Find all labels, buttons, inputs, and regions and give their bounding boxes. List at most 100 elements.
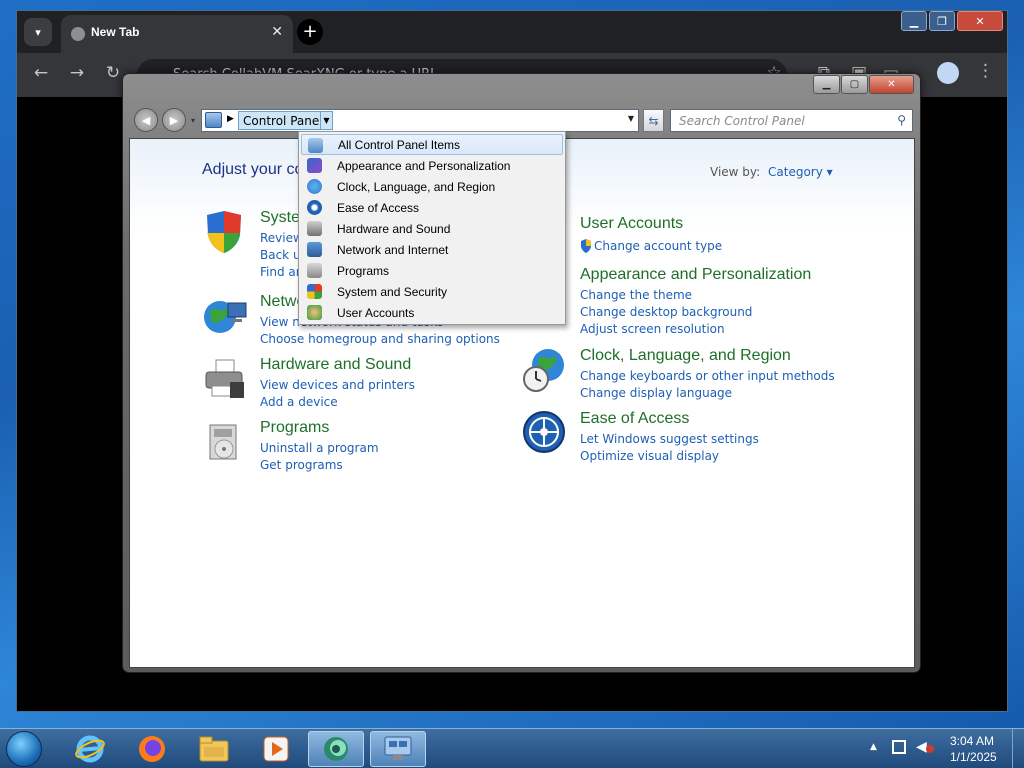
menu-item-hardware-sound[interactable]: Hardware and Sound: [301, 218, 563, 239]
category-title[interactable]: Hardware and Sound: [260, 356, 411, 374]
breadcrumb-control-panel[interactable]: Control Panel: [238, 111, 328, 130]
menu-item-label: Appearance and Personalization: [337, 158, 511, 173]
close-button[interactable]: ✕: [957, 11, 1003, 31]
appearance-icon: [307, 158, 322, 173]
menu-item-network-internet[interactable]: Network and Internet: [301, 239, 563, 260]
taskbar-chrome-app-icon[interactable]: [308, 731, 364, 767]
category-link[interactable]: Let Windows suggest settings: [580, 432, 759, 446]
tab-close-icon[interactable]: ✕: [271, 24, 283, 40]
menu-item-all-control-panel-items[interactable]: All Control Panel Items: [301, 134, 563, 155]
category-link[interactable]: Add a device: [260, 395, 338, 409]
category-title[interactable]: User Accounts: [580, 215, 683, 233]
printer-icon: [205, 359, 244, 398]
uac-shield-icon: [581, 239, 591, 253]
category-link[interactable]: Optimize visual display: [580, 449, 719, 463]
address-bar[interactable]: ▶ Control Panel ▼ ▼: [201, 109, 639, 132]
network-tray-icon[interactable]: [892, 740, 906, 754]
category-link[interactable]: Uninstall a program: [260, 441, 379, 455]
minimize-button[interactable]: ▁: [901, 11, 927, 31]
breadcrumb-chevron-down-icon[interactable]: ▼: [320, 111, 333, 130]
menu-item-programs[interactable]: Programs: [301, 260, 563, 281]
cp-back-button[interactable]: ◀: [134, 108, 158, 132]
network-icon: [307, 242, 322, 257]
cp-maximize-button[interactable]: ▢: [841, 75, 868, 94]
view-by-label: View by:: [710, 165, 761, 179]
category-title[interactable]: Ease of Access: [580, 410, 689, 428]
menu-kebab-icon[interactable]: ⋮: [977, 61, 994, 81]
category-link[interactable]: Adjust screen resolution: [580, 322, 725, 336]
show-desktop-button[interactable]: [1012, 729, 1024, 768]
tab-search-button[interactable]: ▾: [24, 18, 52, 46]
category-link[interactable]: Get programs: [260, 458, 343, 472]
menu-item-label: User Accounts: [337, 305, 415, 320]
menu-item-label: System and Security: [337, 284, 448, 299]
shield-icon: [207, 211, 241, 253]
search-icon[interactable]: ⚲: [897, 113, 906, 127]
menu-item-label: Clock, Language, and Region: [337, 179, 496, 194]
tray-overflow-chevron-icon[interactable]: ▲: [870, 742, 877, 752]
clock-globe-icon: [307, 179, 322, 194]
taskbar: ▲ ◀ 3:04 AM 1/1/2025: [0, 728, 1024, 768]
printer-icon: [307, 221, 322, 236]
chrome-tab-strip: ▾ New Tab ✕ + ▁ ❐ ✕: [17, 11, 1007, 53]
maximize-button[interactable]: ❐: [929, 11, 955, 31]
shield-icon: [307, 284, 322, 299]
category-title[interactable]: Clock, Language, and Region: [580, 347, 791, 365]
category-link[interactable]: View devices and printers: [260, 378, 415, 392]
breadcrumb-separator-icon[interactable]: ▶: [227, 114, 234, 124]
clock-globe-icon: [523, 349, 564, 392]
cp-search-placeholder: Search Control Panel: [679, 114, 805, 128]
start-button-windows-icon[interactable]: [6, 731, 42, 767]
forward-arrow-icon[interactable]: →: [65, 63, 89, 83]
ease-of-access-icon: [307, 200, 322, 215]
menu-item-label: Ease of Access: [337, 200, 420, 215]
cp-minimize-button[interactable]: ▁: [813, 75, 840, 94]
taskbar-file-explorer-icon[interactable]: [186, 731, 242, 767]
view-by-dropdown[interactable]: Category ▾: [768, 165, 833, 179]
menu-item-label: Programs: [337, 263, 390, 278]
ease-of-access-icon: [523, 411, 565, 453]
tab-new-tab[interactable]: New Tab ✕: [61, 15, 293, 53]
category-title[interactable]: Programs: [260, 419, 329, 437]
back-arrow-icon[interactable]: ←: [29, 63, 53, 83]
cp-close-button[interactable]: ✕: [869, 75, 914, 94]
profile-avatar-icon[interactable]: [937, 62, 959, 84]
cp-forward-button[interactable]: ▶: [162, 108, 186, 132]
programs-box-icon: [209, 424, 237, 460]
taskbar-internet-explorer-icon[interactable]: [62, 731, 118, 767]
menu-item-system-security[interactable]: System and Security: [301, 281, 563, 302]
refresh-button[interactable]: ⇆: [643, 109, 664, 132]
breadcrumb-dropdown-menu: All Control Panel Items Appearance and P…: [298, 131, 566, 325]
control-panel-icon: [205, 112, 222, 128]
category-link[interactable]: Change account type: [594, 239, 722, 253]
category-link[interactable]: Choose homegroup and sharing options: [260, 332, 500, 346]
menu-item-appearance[interactable]: Appearance and Personalization: [301, 155, 563, 176]
menu-item-label: Hardware and Sound: [337, 221, 451, 236]
chrome-window-controls: ▁ ❐ ✕: [901, 11, 1003, 33]
taskbar-firefox-icon[interactable]: [124, 731, 180, 767]
clock-date[interactable]: 1/1/2025: [950, 750, 997, 764]
category-link[interactable]: Change keyboards or other input methods: [580, 369, 835, 383]
taskbar-media-player-icon[interactable]: [248, 731, 304, 767]
tab-title: New Tab: [91, 25, 140, 39]
new-tab-button[interactable]: +: [297, 19, 323, 45]
globe-icon: [71, 27, 85, 41]
recent-pages-chevron-icon[interactable]: ▾: [191, 116, 195, 125]
cp-search-input[interactable]: Search Control Panel ⚲: [670, 109, 913, 132]
address-history-chevron-icon[interactable]: ▼: [628, 114, 634, 123]
menu-item-ease-of-access[interactable]: Ease of Access: [301, 197, 563, 218]
muted-indicator-icon: [926, 745, 934, 753]
network-globe-icon: [204, 301, 247, 333]
category-title[interactable]: Appearance and Personalization: [580, 266, 811, 284]
clock-time[interactable]: 3:04 AM: [950, 734, 994, 748]
menu-item-clock-language[interactable]: Clock, Language, and Region: [301, 176, 563, 197]
taskbar-control-panel-icon[interactable]: [370, 731, 426, 767]
category-link[interactable]: Change desktop background: [580, 305, 752, 319]
menu-item-user-accounts[interactable]: User Accounts: [301, 302, 563, 323]
cp-window-controls: ▁ ▢ ✕: [813, 75, 914, 94]
menu-item-label: All Control Panel Items: [338, 137, 461, 152]
control-panel-icon: [308, 138, 323, 153]
category-link[interactable]: Change the theme: [580, 288, 692, 302]
category-link[interactable]: Change display language: [580, 386, 732, 400]
menu-item-label: Network and Internet: [337, 242, 449, 257]
